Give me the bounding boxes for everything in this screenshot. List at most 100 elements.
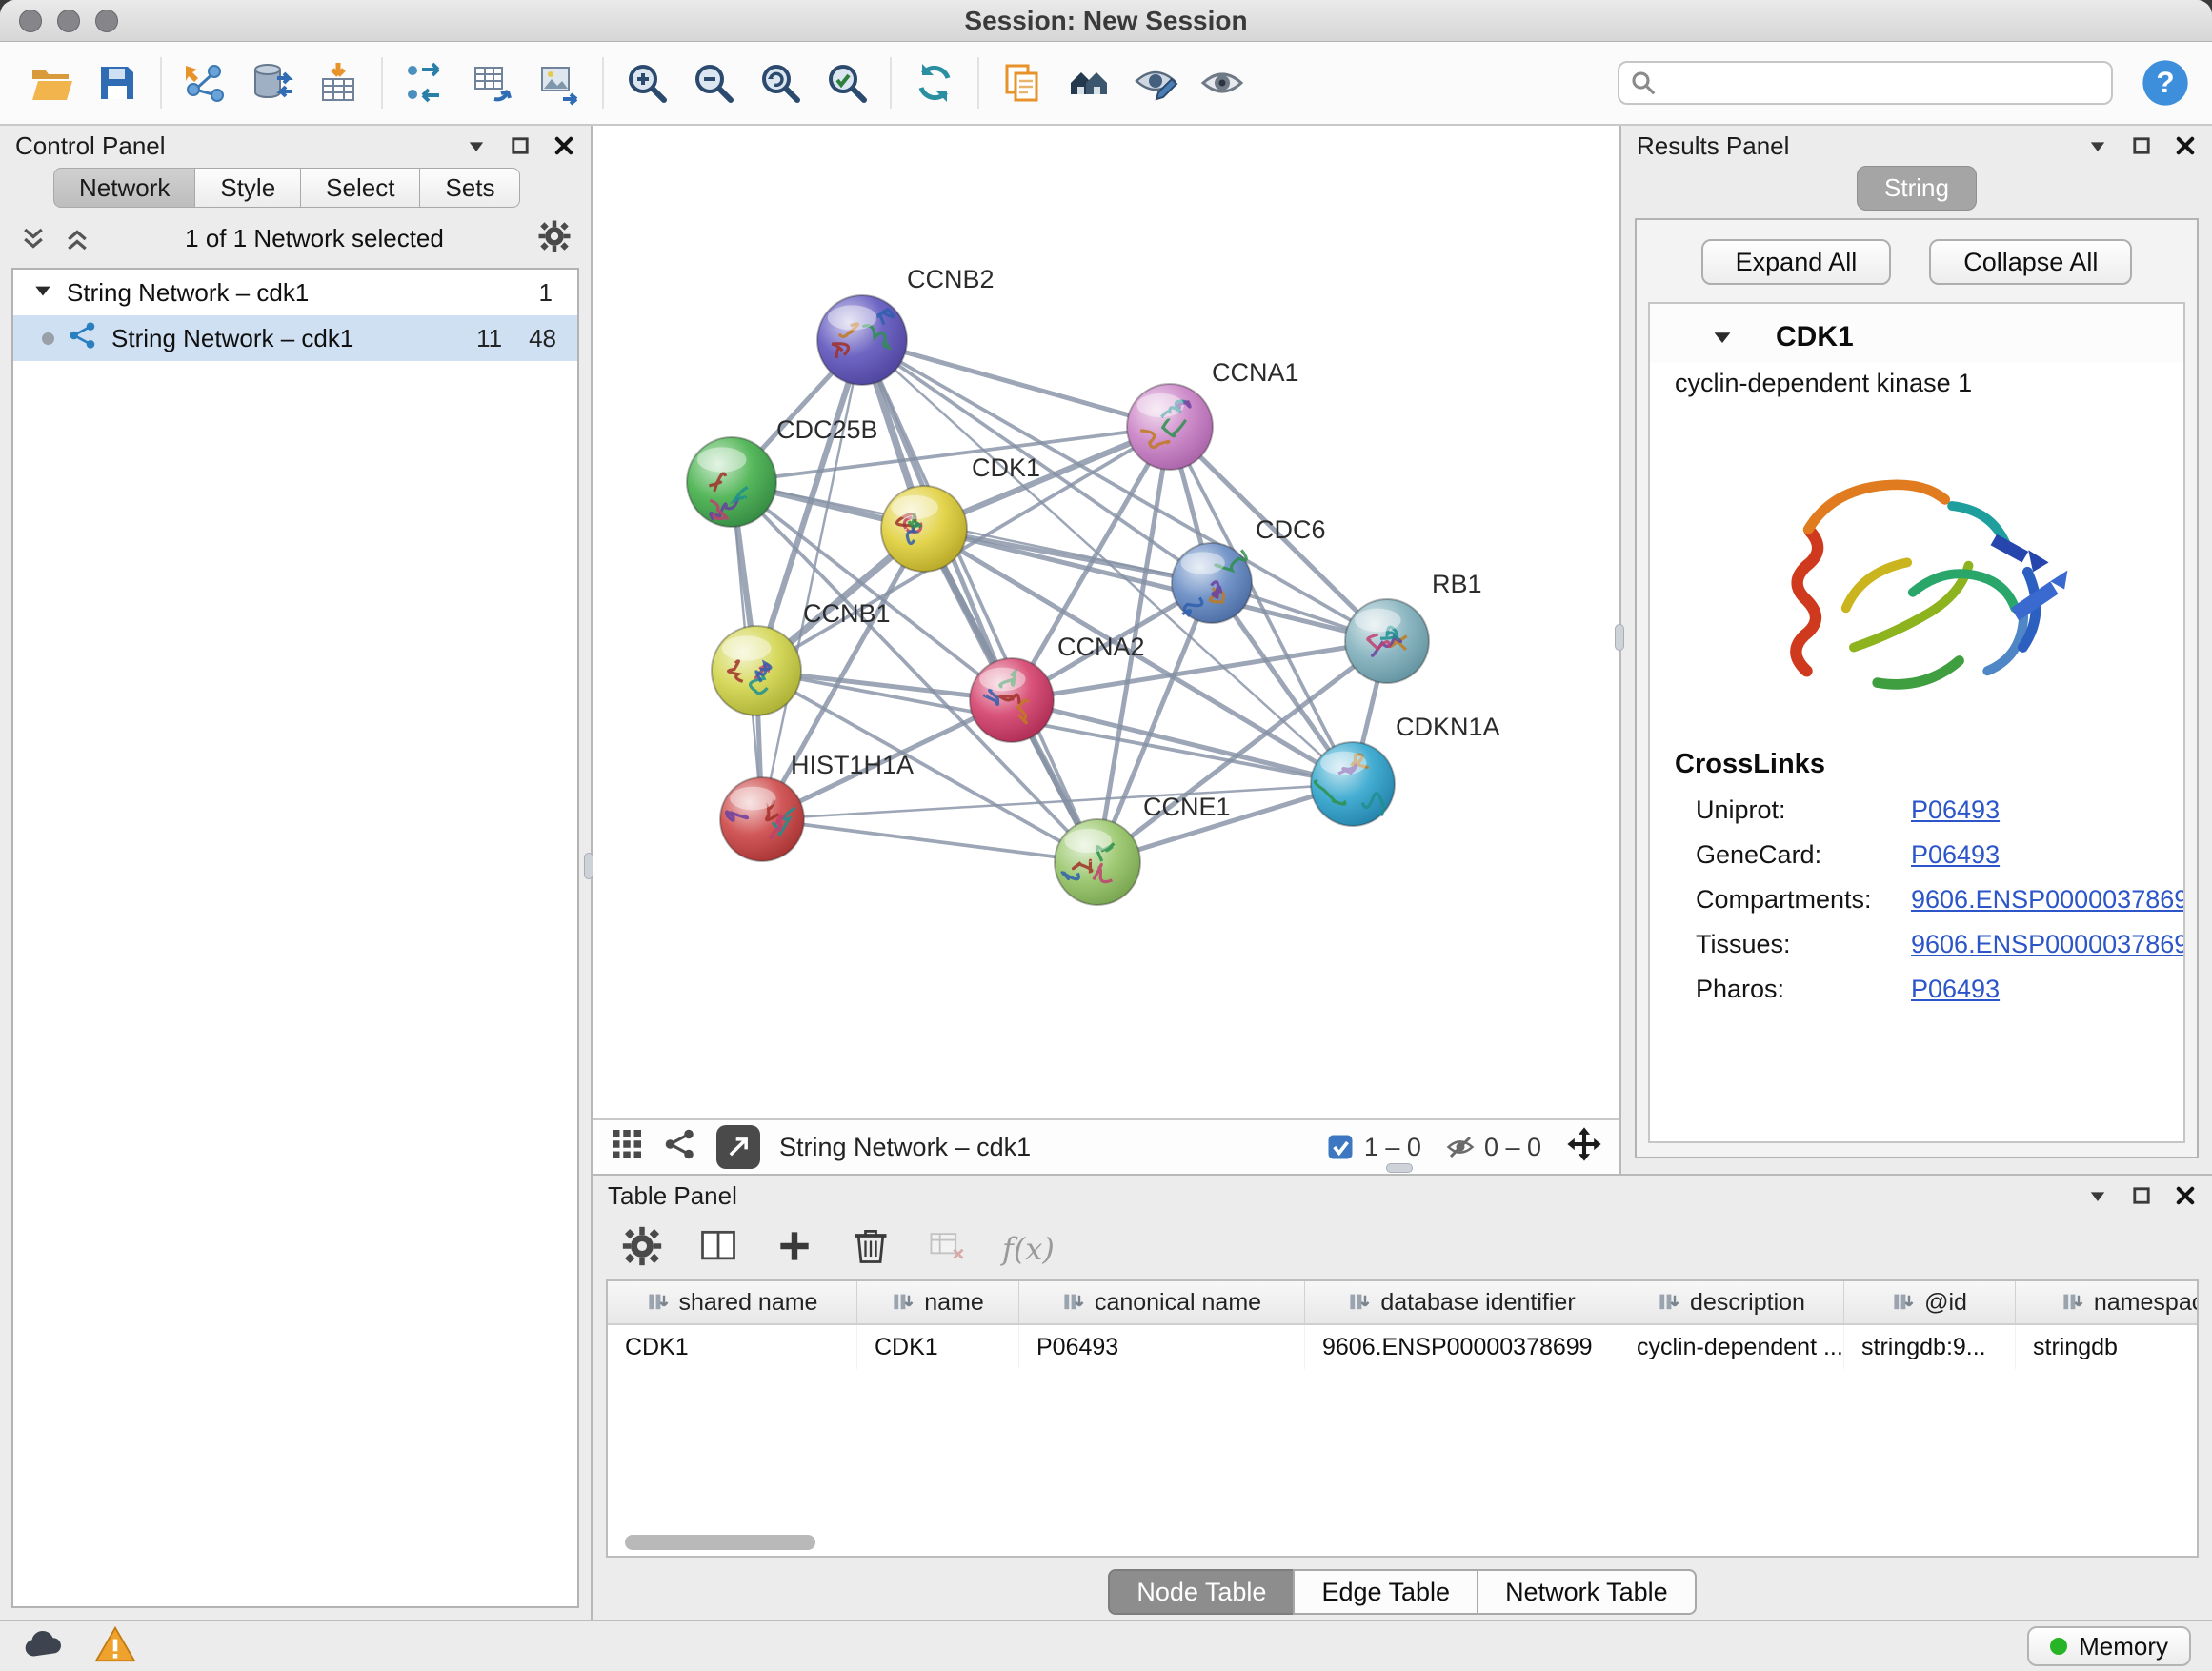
column-header[interactable]: description	[1619, 1281, 1844, 1323]
network-label: String Network – cdk1	[111, 324, 353, 353]
close-window-button[interactable]	[19, 10, 42, 32]
cloud-icon	[21, 1625, 65, 1663]
minimize-window-button[interactable]	[57, 10, 80, 32]
table-cell[interactable]: stringdb:9...	[1844, 1325, 2016, 1369]
open-session-button[interactable]	[21, 50, 80, 115]
search-input[interactable]	[1618, 61, 2113, 105]
table-cell[interactable]: P06493	[1019, 1325, 1305, 1369]
tab-string[interactable]: String	[1857, 166, 1977, 211]
import-table-button[interactable]	[309, 50, 368, 115]
collapse-all-button[interactable]: Collapse All	[1929, 239, 2132, 285]
table-tabs: Node Table Edge Table Network Table	[593, 1569, 2212, 1615]
panel-float-icon[interactable]	[2130, 134, 2153, 157]
network-canvas[interactable]: CCNB2CCNA1CDC25BCDK1CDC6RB1CCNB1CCNA2CDK…	[593, 126, 1619, 1118]
tab-edge-table[interactable]: Edge Table	[1293, 1569, 1478, 1615]
panel-float-icon[interactable]	[509, 134, 532, 157]
double-chevron-down-icon[interactable]	[19, 225, 48, 253]
tree-expand-toggle[interactable]	[32, 278, 53, 308]
table-cell[interactable]: 9606.ENSP00000378699	[1305, 1325, 1619, 1369]
network-graph[interactable]: CCNB2CCNA1CDC25BCDK1CDC6RB1CCNB1CCNA2CDK…	[593, 126, 1619, 1118]
left-splitter-handle[interactable]	[584, 853, 593, 879]
tab-network[interactable]: Network	[53, 168, 195, 208]
home-view-button[interactable]	[1059, 50, 1118, 115]
maximize-window-button[interactable]	[95, 10, 118, 32]
detach-view-button[interactable]	[716, 1125, 760, 1169]
panel-close-icon[interactable]	[2174, 134, 2197, 157]
horizontal-scrollbar[interactable]	[625, 1535, 815, 1550]
network-view-toolbar: String Network – cdk1 1 – 0 0 – 0	[593, 1118, 1619, 1174]
sort-column-icon	[1892, 1291, 1915, 1314]
clear-table-button[interactable]	[926, 1225, 968, 1272]
table-row[interactable]: CDK1 CDK1 P06493 9606.ENSP00000378699 cy…	[608, 1325, 2197, 1369]
table-cell[interactable]: cyclin-dependent ...	[1619, 1325, 1844, 1369]
help-button[interactable]: ?	[2140, 57, 2191, 109]
column-header[interactable]: @id	[1844, 1281, 2016, 1323]
window-controls	[19, 10, 118, 32]
network-row-selected[interactable]: String Network – cdk1 11 48	[13, 315, 577, 361]
selected-checkbox-icon[interactable]	[1326, 1133, 1355, 1161]
table-cell[interactable]: CDK1	[608, 1325, 857, 1369]
column-header[interactable]: database identifier	[1305, 1281, 1619, 1323]
export-image-button[interactable]	[530, 50, 589, 115]
panel-float-icon[interactable]	[2130, 1184, 2153, 1207]
export-table-button[interactable]	[463, 50, 522, 115]
bottom-splitter-handle[interactable]	[1386, 1163, 1413, 1173]
function-builder-button[interactable]: f(x)	[1002, 1231, 1055, 1267]
selected-counts: 1 – 0	[1326, 1133, 1421, 1162]
tab-select[interactable]: Select	[300, 168, 420, 208]
memory-button[interactable]: Memory	[2027, 1626, 2191, 1666]
column-header[interactable]: namespace	[2016, 1281, 2199, 1323]
tab-style[interactable]: Style	[194, 168, 301, 208]
panel-close-icon[interactable]	[553, 134, 575, 157]
crosslink-link[interactable]: P06493	[1911, 840, 2000, 870]
table-cell[interactable]: stringdb	[2016, 1325, 2199, 1369]
crosslink-link[interactable]: P06493	[1911, 795, 2000, 825]
tab-node-table[interactable]: Node Table	[1108, 1569, 1295, 1615]
crosslink-link[interactable]: P06493	[1911, 975, 2000, 1004]
zoom-in-button[interactable]	[617, 50, 676, 115]
copy-document-button[interactable]	[993, 50, 1052, 115]
refresh-button[interactable]	[905, 50, 964, 115]
save-session-button[interactable]	[88, 50, 147, 115]
delete-column-button[interactable]	[850, 1225, 892, 1272]
new-network-button[interactable]	[396, 50, 455, 115]
eye-slash-icon[interactable]	[1446, 1133, 1475, 1161]
crosshair-icon	[1566, 1126, 1602, 1162]
import-network-button[interactable]	[175, 50, 234, 115]
crosslink-link[interactable]: 9606.ENSP00000378699	[1911, 930, 2185, 959]
gear-icon	[621, 1225, 663, 1267]
zoom-selected-button[interactable]	[817, 50, 876, 115]
annotation-mode-button[interactable]	[1126, 50, 1185, 115]
table-settings-button[interactable]	[621, 1225, 663, 1272]
panel-collapse-icon[interactable]	[2086, 1184, 2109, 1207]
create-column-button[interactable]	[774, 1225, 815, 1272]
column-header[interactable]: shared name	[608, 1281, 857, 1323]
protein-collapse-toggle[interactable]	[1711, 326, 1734, 349]
pan-mode-button[interactable]	[1566, 1126, 1602, 1169]
manage-columns-button[interactable]	[697, 1225, 739, 1272]
network-options-button[interactable]	[537, 219, 572, 258]
show-graphics-button[interactable]	[1193, 50, 1252, 115]
table-panel-header: Table Panel	[593, 1176, 2212, 1216]
right-splitter-handle[interactable]	[1615, 624, 1624, 651]
table-cell[interactable]: CDK1	[857, 1325, 1019, 1369]
tab-sets[interactable]: Sets	[419, 168, 520, 208]
title-bar: Session: New Session	[0, 0, 2212, 42]
warnings-button[interactable]	[93, 1625, 137, 1668]
panel-close-icon[interactable]	[2174, 1184, 2197, 1207]
column-header[interactable]: canonical name	[1019, 1281, 1305, 1323]
crosslink-link[interactable]: 9606.ENSP00000378699	[1911, 885, 2185, 915]
tab-network-table[interactable]: Network Table	[1477, 1569, 1697, 1615]
expand-all-button[interactable]: Expand All	[1701, 239, 1892, 285]
column-header[interactable]: name	[857, 1281, 1019, 1323]
double-chevron-up-icon[interactable]	[63, 225, 91, 253]
network-collection-row[interactable]: String Network – cdk1 1	[13, 270, 577, 315]
panel-collapse-icon[interactable]	[2086, 134, 2109, 157]
import-database-button[interactable]	[242, 50, 301, 115]
cloud-status-button[interactable]	[21, 1625, 65, 1668]
zoom-out-button[interactable]	[684, 50, 743, 115]
zoom-fit-button[interactable]	[751, 50, 810, 115]
panel-collapse-icon[interactable]	[465, 134, 488, 157]
network-overview-button[interactable]	[663, 1127, 697, 1168]
grid-view-button[interactable]	[610, 1127, 644, 1168]
